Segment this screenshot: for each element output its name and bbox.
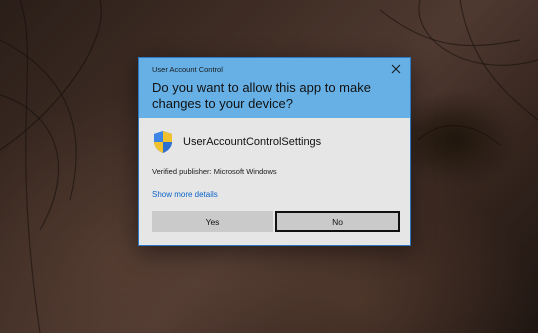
show-more-details-link[interactable]: Show more details	[152, 190, 218, 199]
yes-button[interactable]: Yes	[152, 211, 273, 232]
app-name: UserAccountControlSettings	[183, 136, 322, 148]
dialog-header: User Account Control Do you want to allo…	[139, 58, 410, 118]
uac-shield-icon	[154, 131, 172, 153]
no-button[interactable]: No	[275, 211, 400, 232]
uac-dialog: User Account Control Do you want to allo…	[138, 57, 411, 246]
verified-publisher: Verified publisher: Microsoft Windows	[152, 167, 277, 176]
close-icon[interactable]	[390, 63, 402, 75]
dialog-question: Do you want to allow this app to make ch…	[152, 80, 371, 111]
app-row: UserAccountControlSettings	[152, 130, 321, 154]
dialog-title: User Account Control	[152, 65, 223, 74]
